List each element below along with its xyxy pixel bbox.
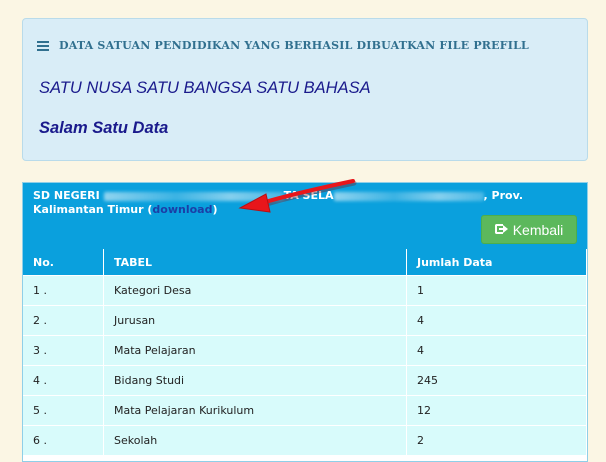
kembali-button[interactable]: Kembali <box>481 215 577 244</box>
cell-tabel: Bidang Studi <box>103 365 407 396</box>
table-header-row: No. TABEL Jumlah Data <box>23 249 587 276</box>
cell-jumlah: 245 <box>406 365 587 396</box>
redacted-school-name <box>103 191 284 201</box>
table-row: 6 . Sekolah 2 <box>23 425 587 456</box>
cell-no: 3 . <box>23 335 104 366</box>
sign-out-icon <box>494 223 508 236</box>
cell-jumlah: 4 <box>406 335 587 366</box>
download-link[interactable]: download <box>152 203 212 216</box>
cell-jumlah: 4 <box>406 305 587 336</box>
info-title-row: DATA SATUAN PENDIDIKAN YANG BERHASIL DIB… <box>37 39 529 52</box>
close-paren: ) <box>212 203 218 216</box>
cell-jumlah: 12 <box>406 395 587 426</box>
info-title: DATA SATUAN PENDIDIKAN YANG BERHASIL DIB… <box>59 39 529 52</box>
column-header-tabel: TABEL <box>103 249 407 276</box>
cell-no: 6 . <box>23 425 104 456</box>
redacted-address <box>333 191 484 201</box>
panel-header: SD NEGERI TA SELA, Prov. Kalimantan Timu… <box>23 183 587 249</box>
table-row: 5 . Mata Pelajaran Kurikulum 12 <box>23 395 587 426</box>
kembali-label: Kembali <box>512 221 564 238</box>
cell-tabel: Jurusan <box>103 305 407 336</box>
table-row: 1 . Kategori Desa 1 <box>23 275 587 306</box>
school-name: SD NEGERI TA SELA, Prov. Kalimantan Timu… <box>33 189 573 217</box>
column-header-no: No. <box>23 249 104 276</box>
cell-tabel: Kategori Desa <box>103 275 407 306</box>
table-row: 4 . Bidang Studi 245 <box>23 365 587 396</box>
cell-tabel: Mata Pelajaran Kurikulum <box>103 395 407 426</box>
cell-jumlah: 1 <box>406 275 587 306</box>
greeting-text: Salam Satu Data <box>39 119 169 137</box>
school-name-suffix: TA SELA <box>283 189 334 202</box>
data-table: No. TABEL Jumlah Data 1 . Kategori Desa … <box>23 249 587 456</box>
table-row: 3 . Mata Pelajaran 4 <box>23 335 587 366</box>
table-row: 2 . Jurusan 4 <box>23 305 587 336</box>
cell-no: 4 . <box>23 365 104 396</box>
list-icon <box>37 40 49 51</box>
cell-tabel: Sekolah <box>103 425 407 456</box>
info-panel: DATA SATUAN PENDIDIKAN YANG BERHASIL DIB… <box>22 18 588 161</box>
cell-jumlah: 2 <box>406 425 587 456</box>
cell-no: 2 . <box>23 305 104 336</box>
cell-no: 1 . <box>23 275 104 306</box>
cell-tabel: Mata Pelajaran <box>103 335 407 366</box>
cell-no: 5 . <box>23 395 104 426</box>
school-name-prefix: SD NEGERI <box>33 189 100 202</box>
prefill-table-panel: SD NEGERI TA SELA, Prov. Kalimantan Timu… <box>22 182 588 462</box>
motto-text: SATU NUSA SATU BANGSA SATU BAHASA <box>39 79 371 97</box>
column-header-jumlah: Jumlah Data <box>406 249 587 276</box>
